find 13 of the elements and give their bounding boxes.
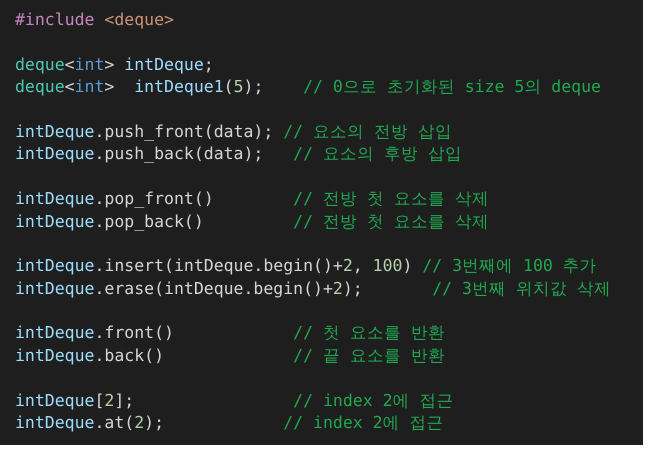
- code-line: intDeque.at(2); // index 2에 접근: [15, 412, 444, 434]
- code-line: intDeque.front() // 첫 요소를 반환: [15, 322, 445, 344]
- code-line: deque<int> intDeque;: [15, 54, 214, 76]
- code-line: intDeque.insert(intDeque.begin()+2, 100) // 3번째에 100 추가: [15, 255, 597, 278]
- code-line: intDeque[2]; // index 2에 접근: [15, 390, 454, 412]
- code-line: intDeque.pop_front() // 전방 첫 요소를 삭제: [15, 188, 489, 210]
- code-line: intDeque.erase(intDeque.begin()+2); // 3번째 위치값 삭제: [15, 278, 611, 300]
- code-line: deque<int> intDeque1(5); // 0으로 초기화된 size 5의 deque: [15, 76, 601, 98]
- code-line: #include <deque>: [15, 9, 174, 31]
- code-line: intDeque.push_front(data); // 요소의 전방 삽입: [15, 120, 452, 143]
- code-line: intDeque.pop_back() // 전방 첫 요소를 삭제: [15, 210, 489, 233]
- code-line: intDeque.push_back(data); // 요소의 후방 삽입: [15, 143, 462, 166]
- code-line: intDeque.back() // 끝 요소를 반환: [15, 344, 445, 367]
